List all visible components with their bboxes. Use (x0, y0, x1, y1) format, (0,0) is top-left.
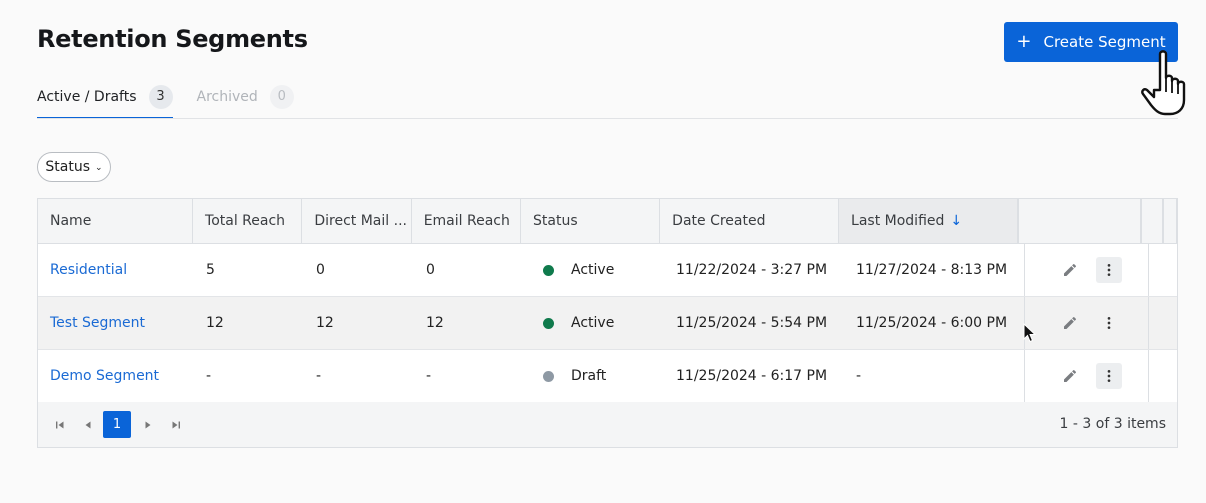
tab-count-badge: 3 (148, 84, 173, 109)
tab-count-badge: 0 (269, 84, 294, 109)
total-reach-cell: 5 (206, 262, 215, 278)
pencil-icon (1064, 263, 1077, 276)
segment-tabs: Active / Drafts 3 Archived 0 (37, 78, 318, 119)
pagination-bar: 1 1 - 3 of 3 items (38, 402, 1177, 447)
direct-mail-cell: 12 (316, 315, 334, 331)
direct-mail-cell: - (316, 368, 322, 384)
previous-page-button[interactable] (75, 412, 101, 438)
edit-button[interactable] (1057, 363, 1083, 389)
column-header-date-created[interactable]: Date Created (660, 199, 840, 243)
next-page-button[interactable] (135, 412, 161, 438)
total-reach-cell: - (206, 368, 212, 384)
row-spacer (1148, 350, 1170, 402)
segment-name-link[interactable]: Demo Segment (38, 350, 194, 402)
pencil-icon (1064, 369, 1077, 382)
first-page-button[interactable] (47, 412, 73, 438)
page-title: Retention Segments (37, 25, 308, 53)
column-header-direct-mail[interactable]: Direct Mail ... (302, 199, 412, 243)
arrow-pointer-cursor-icon (1023, 323, 1037, 343)
tab-active-drafts[interactable]: Active / Drafts 3 (37, 78, 173, 119)
vertical-dots-icon (1107, 317, 1111, 329)
chevron-right-icon (145, 421, 151, 428)
column-header-spacer (1141, 199, 1164, 243)
column-header-status[interactable]: Status (521, 199, 661, 243)
vertical-dots-icon (1107, 264, 1111, 276)
status-label: Active (571, 262, 615, 278)
row-actions (1024, 244, 1148, 296)
more-options-button[interactable] (1096, 363, 1122, 389)
page-number-button[interactable]: 1 (103, 411, 131, 438)
column-header-actions (1017, 199, 1142, 243)
email-reach-cell: - (426, 368, 432, 384)
tab-label: Archived (196, 88, 258, 105)
last-page-icon (172, 421, 180, 428)
column-header-name[interactable]: Name (38, 199, 194, 243)
table-row[interactable]: Demo Segment - - - Draft 11/25/2024 - 6:… (38, 350, 1177, 403)
status-cell: Draft (524, 350, 664, 402)
status-dot-icon (543, 264, 554, 276)
vertical-dots-icon (1107, 370, 1111, 382)
segments-grid: Name Total Reach Direct Mail ... Email R… (37, 198, 1178, 448)
column-header-last-modified[interactable]: Last Modified ↓ (839, 199, 1018, 243)
grid-header: Name Total Reach Direct Mail ... Email R… (38, 199, 1178, 244)
edit-button[interactable] (1057, 310, 1083, 336)
more-options-button[interactable] (1096, 310, 1122, 336)
plus-icon: + (1016, 31, 1032, 52)
hand-pointer-cursor-icon (1141, 50, 1186, 116)
status-cell: Active (524, 297, 664, 349)
first-page-icon (56, 421, 64, 428)
email-reach-cell: 12 (426, 315, 444, 331)
tabs-divider (37, 118, 1178, 119)
tab-archived[interactable]: Archived 0 (197, 78, 294, 119)
row-actions (1024, 297, 1148, 349)
chevron-down-icon: ⌄ (95, 162, 103, 173)
edit-button[interactable] (1057, 257, 1083, 283)
row-actions (1024, 350, 1148, 402)
date-created-cell: 11/22/2024 - 3:27 PM (676, 262, 828, 278)
column-header-email-reach[interactable]: Email Reach (412, 199, 522, 243)
status-filter-button[interactable]: Status ⌄ (37, 152, 111, 182)
status-label: Draft (571, 368, 607, 384)
last-modified-cell: 11/27/2024 - 8:13 PM (856, 262, 1008, 278)
sort-descending-icon: ↓ (950, 213, 963, 229)
table-row[interactable]: Residential 5 0 0 Active 11/22/2024 - 3:… (38, 244, 1177, 297)
column-header-label: Last Modified (851, 213, 945, 229)
column-header-total-reach[interactable]: Total Reach (193, 199, 303, 243)
segment-name-link[interactable]: Test Segment (38, 297, 194, 349)
status-dot-icon (543, 317, 554, 329)
date-created-cell: 11/25/2024 - 5:54 PM (676, 315, 828, 331)
total-reach-cell: 12 (206, 315, 224, 331)
date-created-cell: 11/25/2024 - 6:17 PM (676, 368, 828, 384)
last-modified-cell: 11/25/2024 - 6:00 PM (856, 315, 1008, 331)
segment-name-link[interactable]: Residential (38, 244, 194, 296)
email-reach-cell: 0 (426, 262, 435, 278)
column-header-spacer (1163, 199, 1178, 243)
chevron-left-icon (85, 421, 91, 428)
row-spacer (1148, 297, 1170, 349)
row-spacer (1148, 244, 1170, 296)
direct-mail-cell: 0 (316, 262, 325, 278)
last-modified-cell: - (856, 368, 862, 384)
last-page-button[interactable] (163, 412, 189, 438)
pencil-icon (1064, 316, 1077, 329)
status-dot-icon (543, 370, 554, 382)
more-options-button[interactable] (1096, 257, 1122, 283)
status-label: Active (571, 315, 615, 331)
status-filter-label: Status (45, 159, 91, 175)
status-cell: Active (524, 244, 664, 296)
pagination-summary: 1 - 3 of 3 items (1059, 416, 1166, 432)
tab-label: Active / Drafts (37, 88, 137, 105)
table-row[interactable]: Test Segment 12 12 12 Active 11/25/2024 … (38, 297, 1177, 350)
